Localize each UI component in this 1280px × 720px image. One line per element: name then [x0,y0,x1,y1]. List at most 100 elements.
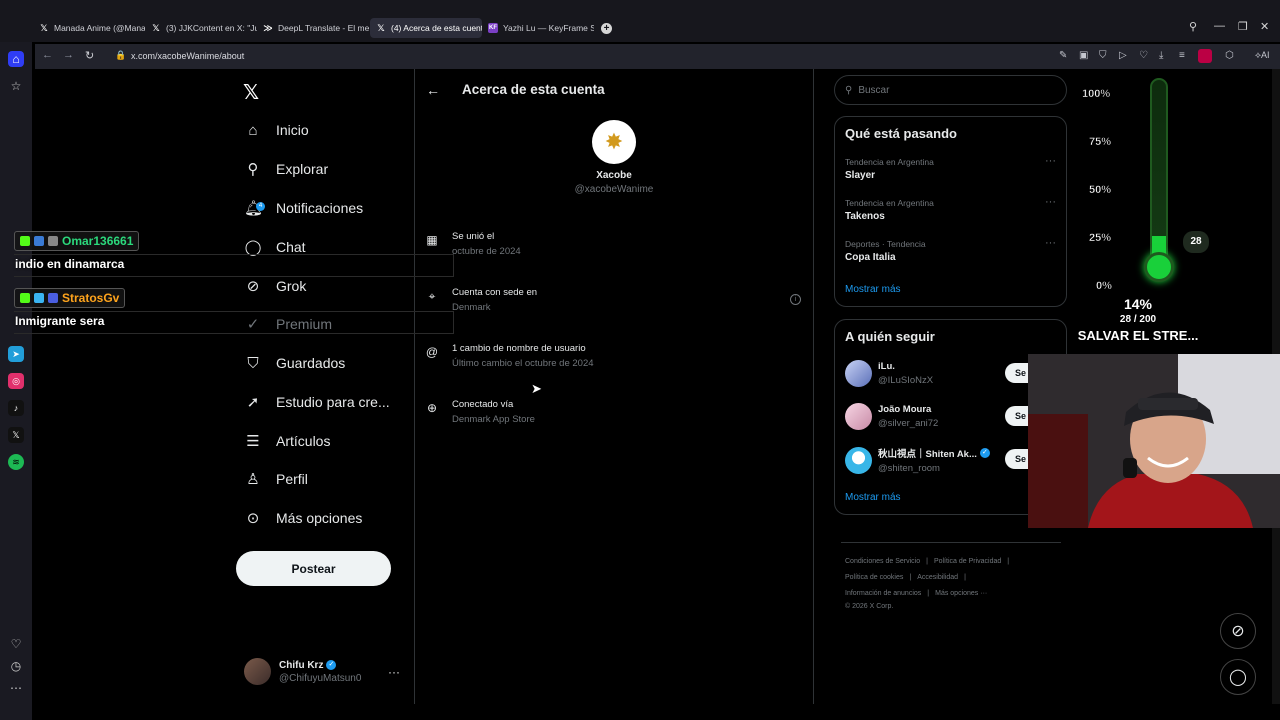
nav-explorar[interactable]: ⚲ Explorar [244,154,329,184]
home-icon[interactable]: ⌂ [8,51,24,67]
goal-percent: 14% [1123,296,1153,312]
back-arrow-icon[interactable]: ← [426,82,440,98]
show-more-link[interactable]: Mostrar más [845,492,901,503]
follow-title: A quién seguir [845,329,935,344]
nav-notificaciones[interactable]: 🔔︎ 4 Notificaciones [244,193,363,223]
back-button[interactable]: ← [42,49,53,61]
mouse-cursor-icon: ➤ [531,381,542,396]
footer-link[interactable]: Información de anuncios [845,590,921,597]
follow-suggestion[interactable]: iLu. @ILuSIoNzX [845,360,933,387]
download-icon[interactable]: ⤓ [1159,50,1163,61]
badge-icon [48,236,58,246]
nav-inicio[interactable]: ⌂ Inicio [244,115,308,145]
footer-link[interactable]: Más opciones ··· [935,590,987,597]
footer-link[interactable]: Condiciones de Servicio [845,558,920,565]
badge-icon [34,236,44,246]
verified-icon: ✓ [979,448,990,458]
maximize-button[interactable]: ❐ [1238,20,1248,33]
new-tab-button[interactable]: + [601,23,612,34]
more-icon[interactable]: ⋯ [8,680,24,696]
footer-link[interactable]: Política de cookies [845,574,903,581]
goal-fraction: 28 / 200 [1119,314,1157,325]
x-icon: 𝕏 [377,23,385,33]
globe-icon: ⊕ [426,401,438,415]
account-more-icon[interactable]: ··· [388,665,400,679]
extensions-icon[interactable]: ⬡ [1225,50,1234,61]
reload-button[interactable]: ↻ [85,49,94,62]
tab-manada-anime[interactable]: 𝕏 Manada Anime (@Manad [33,18,145,38]
tab-keyframe[interactable]: KF Yazhi Lu — KeyFrame Staf [482,18,594,38]
rocket-icon: ➚ [246,394,260,411]
account-name: Chifu Krz [279,659,324,671]
minimize-button[interactable]: — [1214,20,1225,32]
nav-guardados[interactable]: ⛉ Guardados [244,348,345,378]
goal-count: 28 [1183,231,1209,253]
avatar [845,360,872,387]
url-field[interactable]: x.com/xacobeWanime/about [131,51,244,61]
search-icon: ⚲ [845,84,853,96]
opera-sidebar: O ⌂ ☆ ➤ ◎ ♪ 𝕏 ≋ ♡ ◷ ⋯ [0,0,32,720]
tab-jjkcontent[interactable]: 𝕏 (3) JJKContent en X: "Juju [145,18,257,38]
history-icon[interactable]: ◷ [8,658,24,674]
nav-perfil[interactable]: ♙ Perfil [244,464,308,494]
instagram-icon[interactable]: ◎ [8,373,24,389]
chat-username: StratosGv [62,291,120,305]
badge-icon [48,293,58,303]
heart-icon[interactable]: ♡ [8,636,24,652]
x-icon[interactable]: 𝕏 [8,427,24,443]
ai-button[interactable]: ⟡AI [1255,50,1269,61]
edit-icon[interactable]: ✎ [1059,50,1067,61]
kick-icon [20,236,30,246]
star-icon[interactable]: ☆ [8,78,24,94]
tab-deepl[interactable]: ≫ DeepL Translate - El mejo [257,18,369,38]
tab-title: DeepL Translate - El mejo [278,23,369,33]
more-icon: ⊙ [246,510,260,527]
spotify-icon[interactable]: ≋ [8,454,24,470]
trend-item[interactable]: Tendencia en Argentina Takenos [845,198,934,222]
goal-title: SALVAR EL STRE... [1077,328,1199,343]
post-button[interactable]: Postear [236,551,391,586]
close-button[interactable]: ✕ [1260,20,1269,33]
tab-bar: 𝕏 Manada Anime (@Manad 𝕏 (3) JJKContent … [0,0,1280,42]
tab-acerca-cuenta[interactable]: 𝕏 (4) Acerca de esta cuenta [370,18,482,38]
footer-link[interactable]: Política de Privacidad [934,558,1001,565]
x-logo-icon[interactable]: 𝕏 [243,80,259,105]
webcam-feed [1028,354,1280,528]
follow-suggestion[interactable]: 秋山視点｜Shiten Ak... ✓ @shiten_room [845,446,990,474]
menu-icon[interactable]: ≡ [1179,50,1185,61]
account-handle: @ChifuyuMatsun0 [279,672,362,684]
divider [414,69,415,704]
deepl-icon: ≫ [263,23,273,33]
nav-mas-opciones[interactable]: ⊙ Más opciones [244,503,363,533]
messages-fab-icon[interactable]: ◯ [1220,659,1256,695]
divider [813,69,814,704]
chat-message: StratosGv Inmigrante sera [14,288,454,334]
show-more-link[interactable]: Mostrar más [845,284,901,295]
trend-item[interactable]: Deportes · Tendencia Copa Italia [845,239,926,263]
chat-username: Omar136661 [62,234,134,248]
forward-button[interactable]: → [63,49,74,61]
profile-avatar-icon[interactable] [1198,49,1212,63]
profile-avatar[interactable]: ✸ [592,120,636,164]
trend-more-icon[interactable]: ··· [1045,237,1056,249]
camera-icon[interactable]: ▣ [1079,50,1088,61]
play-icon[interactable]: ▷ [1119,50,1127,61]
thermo-label: 25% [1089,232,1112,244]
bookmark-icon: ⛉ [247,354,259,372]
account-switcher[interactable]: Chifu Krz ✓ @ChifuyuMatsun0 [244,658,361,685]
nav-estudio[interactable]: ➚ Estudio para cre... [244,387,390,417]
heart-icon[interactable]: ♡ [1139,50,1148,61]
trend-item[interactable]: Tendencia en Argentina Slayer [845,157,934,181]
footer-link[interactable]: Accesibilidad [917,574,958,581]
trend-more-icon[interactable]: ··· [1045,196,1056,208]
search-input[interactable]: ⚲ Buscar [834,75,1067,105]
info-icon[interactable]: i [790,294,801,305]
nav-articulos[interactable]: ☰ Artículos [244,426,330,456]
tiktok-icon[interactable]: ♪ [8,400,24,416]
tab-search-icon[interactable]: ⚲ [1189,20,1197,33]
shield-icon[interactable]: ⛉ [1099,50,1107,61]
follow-suggestion[interactable]: João Moura @silver_ani72 [845,403,938,430]
telegram-icon[interactable]: ➤ [8,346,24,362]
trend-more-icon[interactable]: ··· [1045,155,1056,167]
grok-fab-icon[interactable]: ⊘ [1220,613,1256,649]
